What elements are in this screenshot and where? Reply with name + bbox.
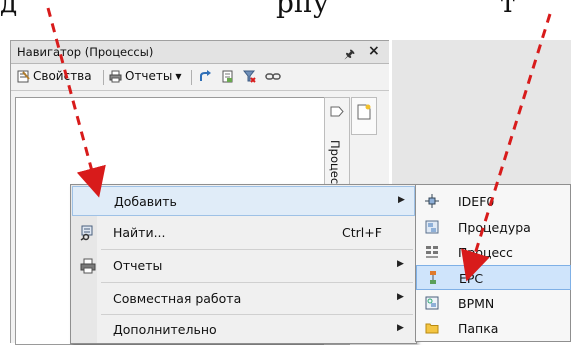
navigator-titlebar: Навигатор (Процессы) 🖈︎ × (11, 41, 389, 64)
menu-item-label: Совместная работа (113, 291, 242, 306)
menu-item-add[interactable]: Добавить ▶ (72, 186, 415, 216)
tab-icon (330, 106, 344, 117)
submenu-item-idef0[interactable]: IDEF0 (416, 189, 571, 214)
folder-icon (425, 323, 439, 334)
add-submenu: IDEF0 Процедура Процесс EPC BPMN Папка (415, 184, 571, 342)
link-icon[interactable] (265, 70, 281, 83)
bpmn-icon (425, 296, 439, 310)
side-tab-new[interactable] (351, 97, 377, 135)
submenu-item-label: EPC (459, 271, 484, 286)
reports-label: Отчеты (125, 69, 173, 83)
find-icon (80, 225, 93, 241)
properties-icon (17, 70, 30, 82)
menu-item-advanced[interactable]: Дополнительно ▶ (72, 315, 415, 345)
submenu-item-epc[interactable]: EPC (416, 265, 571, 290)
submenu-item-label: Процедура (458, 220, 531, 235)
submenu-item-procedure[interactable]: Процедура (416, 215, 571, 240)
submenu-item-label: IDEF0 (458, 194, 495, 209)
caption-fragment-1: д (0, 0, 18, 19)
submenu-item-label: Процесс (458, 245, 513, 260)
submenu-item-bpmn[interactable]: BPMN (416, 291, 571, 316)
navigator-toolbar: Свойства Отчеты ▼ (11, 64, 389, 91)
menu-item-label: Найти... (113, 225, 166, 240)
pin-icon[interactable]: 🖈︎ (344, 45, 355, 66)
caption-fragment-2: рпу (276, 0, 330, 19)
toolbar-separator (191, 70, 192, 85)
menu-item-reports[interactable]: Отчеты ▶ (72, 251, 415, 281)
menu-item-label: Отчеты (113, 258, 163, 273)
submenu-arrow-icon: ▶ (397, 292, 404, 302)
submenu-item-process[interactable]: Процесс (416, 240, 571, 265)
menu-separator (101, 282, 413, 283)
submenu-arrow-icon: ▶ (397, 259, 404, 269)
close-icon[interactable]: × (368, 43, 380, 59)
submenu-arrow-icon: ▶ (398, 195, 405, 205)
properties-button[interactable]: Свойства (17, 69, 92, 83)
go-to-icon[interactable] (199, 70, 212, 83)
menu-item-collaboration[interactable]: Совместная работа ▶ (72, 284, 415, 314)
caption-fragment-3: т (500, 0, 516, 19)
context-menu: Добавить ▶ Найти... Ctrl+F Отчеты ▶ Совм… (70, 184, 417, 344)
submenu-item-label: Папка (458, 321, 499, 336)
process-icon (426, 246, 438, 258)
printer-icon (80, 258, 96, 274)
toolbar-separator (103, 70, 104, 85)
clear-filter-icon[interactable] (243, 70, 256, 83)
properties-label: Свойства (33, 69, 92, 83)
epc-icon (430, 271, 436, 284)
submenu-arrow-icon: ▶ (397, 323, 404, 333)
document-icon[interactable] (221, 70, 234, 83)
reports-dropdown[interactable]: Отчеты ▼ (109, 69, 182, 83)
caption-text: д рпу т (0, 0, 571, 20)
new-document-icon (357, 104, 371, 120)
menu-item-label: Дополнительно (113, 322, 217, 337)
chevron-down-icon: ▼ (175, 71, 182, 81)
submenu-item-folder[interactable]: Папка (416, 316, 571, 341)
navigator-title: Навигатор (Процессы) (17, 45, 154, 59)
menu-item-find[interactable]: Найти... Ctrl+F (72, 218, 415, 248)
procedure-icon (425, 220, 439, 234)
menu-item-shortcut: Ctrl+F (342, 225, 382, 240)
printer-icon (109, 70, 122, 82)
menu-separator (101, 249, 413, 250)
menu-item-label: Добавить (114, 194, 177, 209)
idef0-icon (425, 194, 439, 208)
submenu-item-label: BPMN (458, 296, 495, 311)
